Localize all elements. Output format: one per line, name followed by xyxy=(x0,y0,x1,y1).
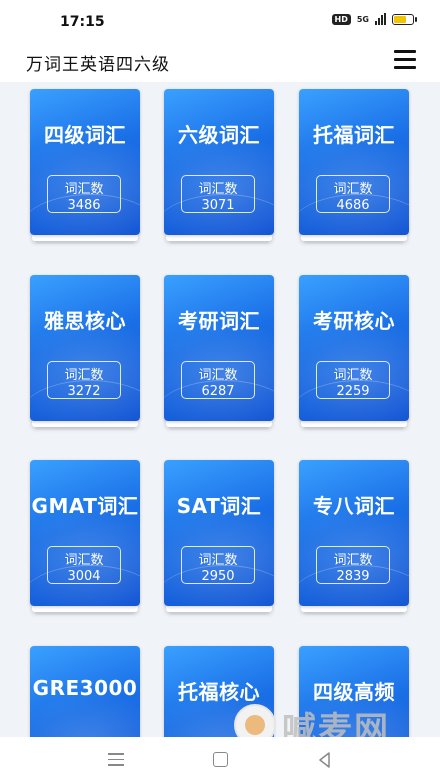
word-count-box: 词汇数 2259 xyxy=(316,361,390,399)
book-title: 专八词汇 xyxy=(313,494,395,518)
book-card[interactable]: 雅思核心 词汇数 3272 xyxy=(30,275,140,430)
book-card[interactable]: 专八词汇 词汇数 2839 xyxy=(299,460,409,615)
word-count-label: 词汇数 xyxy=(333,368,373,383)
app-header: 万词王英语四六级 xyxy=(0,42,440,82)
book-card[interactable]: SAT词汇 词汇数 2950 xyxy=(164,460,274,615)
status-bar: 17:15 HD 5G xyxy=(0,0,440,42)
word-count-box: 词汇数 3071 xyxy=(181,175,255,213)
book-cover: 六级词汇 词汇数 3071 xyxy=(164,89,274,235)
book-cover: 考研词汇 词汇数 6287 xyxy=(164,275,274,421)
word-count-box: 词汇数 2839 xyxy=(316,546,390,584)
book-title: 六级词汇 xyxy=(178,123,260,147)
book-title: SAT词汇 xyxy=(176,494,262,518)
status-icons: HD 5G xyxy=(331,13,417,25)
word-count-value: 4686 xyxy=(336,198,370,213)
book-card[interactable]: GMAT词汇 词汇数 3004 xyxy=(30,460,140,615)
book-cover: 四级词汇 词汇数 3486 xyxy=(30,89,140,235)
book-card[interactable]: 考研词汇 词汇数 6287 xyxy=(164,275,274,430)
hamburger-menu-icon[interactable] xyxy=(394,50,416,70)
word-count-value: 3071 xyxy=(201,198,235,213)
word-count-box: 词汇数 3486 xyxy=(47,175,121,213)
book-title: 托福词汇 xyxy=(313,123,395,147)
word-count-label: 词汇数 xyxy=(198,368,238,383)
word-count-value: 3272 xyxy=(67,384,101,399)
book-title: 四级高频 xyxy=(313,680,395,704)
book-grid: 四级词汇 词汇数 3486 六级词汇 词汇数 3071 托福词汇 词汇数 468… xyxy=(0,82,440,737)
book-title: GRE3000 xyxy=(32,676,138,700)
battery-icon xyxy=(392,13,417,25)
book-card[interactable]: 考研核心 词汇数 2259 xyxy=(299,275,409,430)
word-count-value: 2839 xyxy=(336,569,370,584)
book-title: 托福核心 xyxy=(178,680,260,704)
book-title: 考研词汇 xyxy=(178,309,260,333)
book-cover: 雅思核心 词汇数 3272 xyxy=(30,275,140,421)
word-count-value: 3004 xyxy=(67,569,101,584)
book-title: 四级词汇 xyxy=(44,123,126,147)
book-card[interactable]: 六级词汇 词汇数 3071 xyxy=(164,89,274,244)
status-time: 17:15 xyxy=(60,14,105,30)
hd-icon: HD xyxy=(331,13,351,25)
signal-icon xyxy=(375,13,386,25)
word-count-value: 6287 xyxy=(201,384,235,399)
word-count-box: 词汇数 2950 xyxy=(181,546,255,584)
book-cover: SAT词汇 词汇数 2950 xyxy=(164,460,274,606)
word-count-label: 词汇数 xyxy=(333,182,373,197)
book-cover: 考研核心 词汇数 2259 xyxy=(299,275,409,421)
word-count-box: 词汇数 4686 xyxy=(316,175,390,213)
word-count-label: 词汇数 xyxy=(64,368,104,383)
book-cover: 托福词汇 词汇数 4686 xyxy=(299,89,409,235)
system-nav-bar xyxy=(0,737,440,782)
home-icon[interactable] xyxy=(209,749,231,771)
word-count-label: 词汇数 xyxy=(198,553,238,568)
book-cover: 四级高频 xyxy=(299,646,409,737)
word-count-value: 2259 xyxy=(336,384,370,399)
app-title: 万词王英语四六级 xyxy=(26,55,170,75)
network-type: 5G xyxy=(356,14,369,24)
book-card[interactable]: 四级高频 xyxy=(299,646,409,737)
book-cover: 托福核心 xyxy=(164,646,274,737)
word-count-value: 3486 xyxy=(67,198,101,213)
book-cover: GMAT词汇 词汇数 3004 xyxy=(30,460,140,606)
back-icon[interactable] xyxy=(314,749,336,771)
recent-apps-icon[interactable] xyxy=(105,749,127,771)
book-cover: 专八词汇 词汇数 2839 xyxy=(299,460,409,606)
book-title: 考研核心 xyxy=(313,309,395,333)
book-card[interactable]: GRE3000 xyxy=(30,646,140,737)
book-title: 雅思核心 xyxy=(44,309,126,333)
word-count-box: 词汇数 3004 xyxy=(47,546,121,584)
word-count-box: 词汇数 6287 xyxy=(181,361,255,399)
word-count-label: 词汇数 xyxy=(64,553,104,568)
book-card[interactable]: 托福核心 xyxy=(164,646,274,737)
book-card[interactable]: 托福词汇 词汇数 4686 xyxy=(299,89,409,244)
book-cover: GRE3000 xyxy=(30,646,140,737)
word-count-label: 词汇数 xyxy=(333,553,373,568)
word-count-label: 词汇数 xyxy=(64,182,104,197)
word-count-value: 2950 xyxy=(201,569,235,584)
book-title: GMAT词汇 xyxy=(31,494,139,518)
book-card[interactable]: 四级词汇 词汇数 3486 xyxy=(30,89,140,244)
word-count-box: 词汇数 3272 xyxy=(47,361,121,399)
word-count-label: 词汇数 xyxy=(198,182,238,197)
